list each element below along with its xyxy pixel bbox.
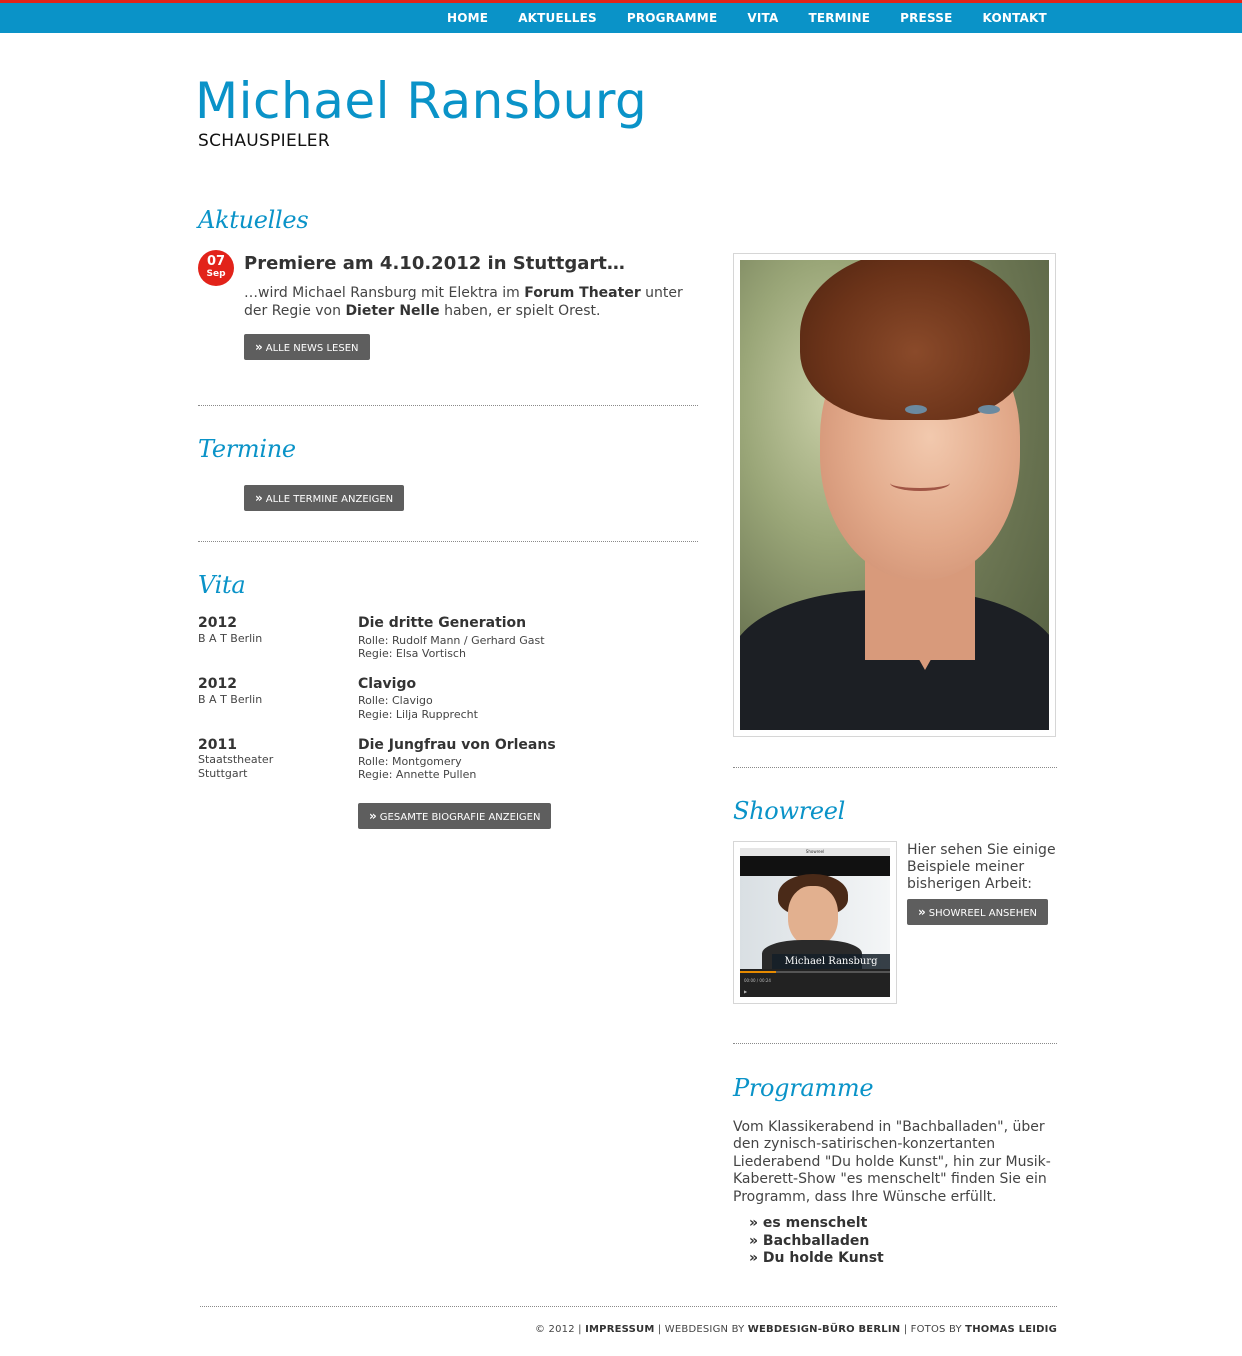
termine-heading: Termine [198,435,296,463]
vita-director: Regie: Lilja Rupprecht [358,708,478,721]
webdesign-link[interactable]: WEBDESIGN-BÜRO BERLIN [748,1324,901,1335]
photo-eye [978,405,1000,414]
vita-title: Clavigo [358,676,417,692]
impressum-link[interactable]: IMPRESSUM [585,1324,654,1335]
portrait-photo-frame [733,253,1056,737]
news-text-part: haben, er spielt Orest. [439,303,601,319]
news-title[interactable]: Premiere am 4.10.2012 in Stuttgart… [244,253,625,274]
video-time: 00:00 / 00:24 [744,978,771,983]
chevron-double-right-icon: » [255,340,263,354]
video-controls[interactable] [740,969,890,997]
nav-vita[interactable]: VITA [747,11,778,25]
chevron-double-right-icon: » [369,809,377,823]
programme-text: Vom Klassikerabend in "Bachballaden", üb… [733,1119,1051,1205]
divider [733,1043,1057,1044]
video-progress-bar[interactable] [740,971,890,973]
nav-termine[interactable]: TERMINE [808,11,870,25]
vita-director: Regie: Annette Pullen [358,768,477,781]
news-director: Dieter Nelle [345,303,440,319]
aktuelles-heading: Aktuelles [198,206,309,234]
programme-link[interactable]: » Du holde Kunst [749,1250,884,1268]
programme-link[interactable]: » Bachballaden [749,1233,884,1251]
vita-year: 2012 [198,676,237,692]
vita-place: B A T Berlin [198,632,263,645]
showreel-thumbnail[interactable]: Showreel Michael Ransburg 00:00 / 00:24 … [733,841,897,1004]
nav-aktuelles[interactable]: AKTUELLES [518,11,597,25]
programme-link[interactable]: » es menschelt [749,1215,884,1233]
news-text: …wird Michael Ransburg mit Elektra im Fo… [244,284,684,320]
nav-home[interactable]: HOME [447,11,488,25]
full-biography-button[interactable]: » GESAMTE BIOGRAFIE ANZEIGEN [358,803,552,829]
video-progress-fill [740,971,776,973]
footer-label: | WEBDESIGN BY [654,1324,748,1335]
copyright: © 2012 | [534,1324,586,1335]
site-title[interactable]: Michael Ransburg [195,72,647,130]
programme-list: » es menschelt » Bachballaden » Du holde… [749,1215,884,1268]
showreel-text: Hier sehen Sie einige Beispiele meiner b… [907,842,1056,892]
showreel-button[interactable]: » SHOWREEL ANSEHEN [907,899,1049,925]
news-venue: Forum Theater [524,285,641,301]
badge-day: 07 [206,254,226,269]
footer-label: | FOTOS BY [900,1324,966,1335]
footer: © 2012 | IMPRESSUM | WEBDESIGN BY WEBDES… [0,1324,1057,1335]
vita-year: 2012 [198,615,237,631]
divider [198,405,698,406]
top-navigation-bar: HOME AKTUELLES PROGRAMME VITA TERMINE PR… [0,0,1242,33]
photo-eye [905,405,927,414]
vita-role: Rolle: Rudolf Mann / Gerhard Gast [358,634,545,647]
nav-kontakt[interactable]: KONTAKT [983,11,1047,25]
vita-director: Regie: Elsa Vortisch [358,647,466,660]
site-subtitle: SCHAUSPIELER [198,131,330,151]
photo-hair [800,260,1030,420]
photo-vneck [880,590,970,670]
news-text-part: …wird Michael Ransburg mit Elektra im [244,285,525,301]
photo-mouth [890,475,950,491]
video-player[interactable]: Showreel Michael Ransburg 00:00 / 00:24 … [740,848,890,997]
video-face [788,886,838,946]
all-news-label: ALLE NEWS LESEN [265,343,359,354]
footer-divider [200,1306,1057,1307]
full-biography-label: GESAMTE BIOGRAFIE ANZEIGEN [379,812,541,823]
all-news-button[interactable]: » ALLE NEWS LESEN [244,334,370,360]
nav-programme[interactable]: PROGRAMME [627,11,718,25]
all-dates-button[interactable]: » ALLE TERMINE ANZEIGEN [244,485,405,511]
vita-place: Staatstheater Stuttgart [198,753,274,780]
video-title: Showreel [740,848,890,856]
play-icon[interactable]: ▶ [744,989,747,994]
badge-month: Sep [206,269,226,279]
vita-title: Die Jungfrau von Orleans [358,737,556,753]
video-caption: Michael Ransburg [772,954,890,969]
programme-heading: Programme [733,1074,874,1102]
divider [733,767,1057,768]
vita-role: Rolle: Montgomery [358,755,462,768]
vita-title: Die dritte Generation [358,615,527,631]
showreel-heading: Showreel [733,797,846,825]
vita-role: Rolle: Clavigo [358,694,433,707]
vita-heading: Vita [198,571,246,599]
vita-year: 2011 [198,737,237,753]
photographer-link[interactable]: THOMAS LEIDIG [965,1324,1057,1335]
date-badge: 07 Sep [198,250,234,286]
chevron-double-right-icon: » [255,491,263,505]
nav-presse[interactable]: PRESSE [900,11,952,25]
chevron-double-right-icon: » [918,905,926,919]
main-nav: HOME AKTUELLES PROGRAMME VITA TERMINE PR… [447,3,1077,33]
divider [198,541,698,542]
showreel-button-label: SHOWREEL ANSEHEN [928,908,1038,919]
vita-place: B A T Berlin [198,693,263,706]
all-dates-label: ALLE TERMINE ANZEIGEN [265,494,394,505]
portrait-photo [740,260,1049,730]
